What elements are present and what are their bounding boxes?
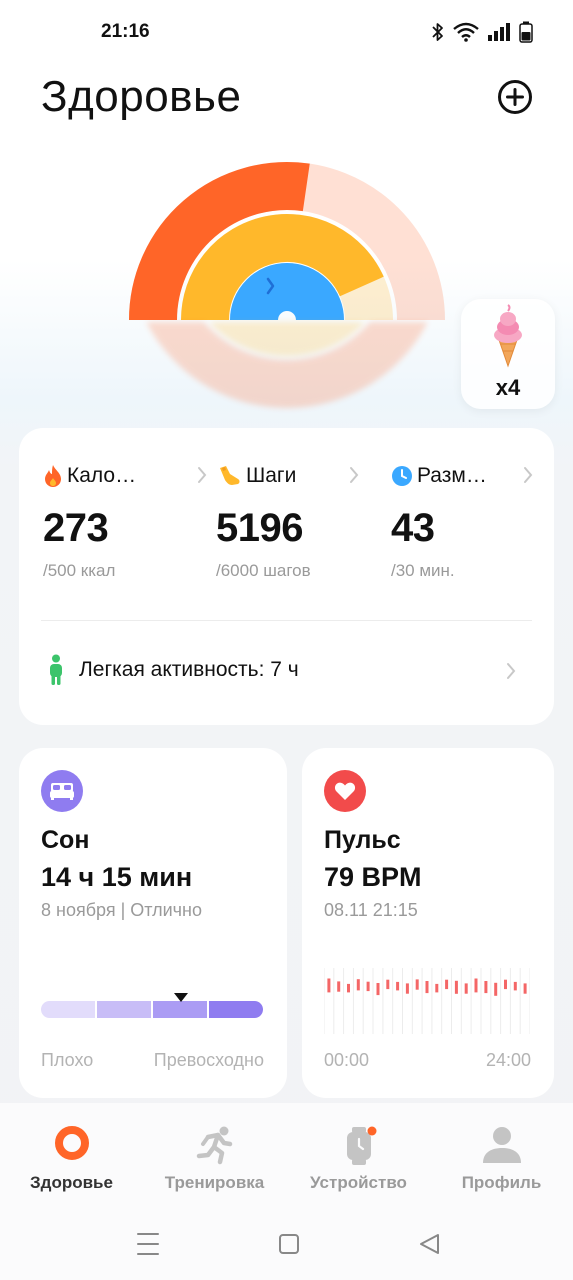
calories-goal: /500 ккал xyxy=(43,561,116,580)
battery-icon xyxy=(519,21,533,43)
divider xyxy=(41,620,532,621)
nav-profile[interactable]: Профиль xyxy=(430,1103,573,1203)
pulse-axis-end: 24:00 xyxy=(485,1050,531,1070)
heart-icon xyxy=(324,770,366,812)
home-icon[interactable] xyxy=(279,1234,299,1254)
pulse-bar xyxy=(513,981,517,991)
chevron-right-icon[interactable] xyxy=(506,662,516,680)
calories-metric[interactable]: Кало… 273 /500 ккал xyxy=(43,462,213,581)
workout-goal: /30 мин. xyxy=(391,561,455,580)
nav-device-label: Устройство xyxy=(310,1173,407,1192)
signal-icon xyxy=(488,23,510,41)
add-button[interactable] xyxy=(496,78,534,116)
pulse-bar xyxy=(425,981,429,994)
ice-cream-icon xyxy=(494,304,522,368)
activity-summary-card: Кало… 273 /500 ккал Шаги 5196 /6000 шаго… xyxy=(19,428,554,725)
running-icon xyxy=(196,1126,232,1165)
watch-icon xyxy=(346,1126,376,1165)
pulse-bar xyxy=(386,979,390,990)
steps-label: Шаги xyxy=(246,464,297,487)
reward-badge[interactable]: x4 xyxy=(461,299,555,409)
page-title: Здоровье xyxy=(41,72,242,121)
workout-label: Разм… xyxy=(417,464,487,487)
status-icons xyxy=(431,21,533,43)
sleep-scale-left: Плохо xyxy=(41,1050,94,1070)
pulse-bar xyxy=(435,983,439,993)
pulse-bar xyxy=(445,979,449,990)
pulse-axis-start: 00:00 xyxy=(324,1050,370,1070)
steps-metric[interactable]: Шаги 5196 /6000 шагов xyxy=(216,462,386,581)
chevron-right-icon xyxy=(350,467,359,483)
chevron-right-icon xyxy=(198,467,207,483)
sleep-segment xyxy=(41,1001,95,1018)
pulse-bar xyxy=(484,981,488,994)
pulse-bar xyxy=(376,983,380,996)
sleep-segment xyxy=(153,1001,207,1018)
pulse-card[interactable]: Пульс 79 BPM 08.11 21:15 00:00 24:00 xyxy=(302,748,554,1098)
profile-icon xyxy=(482,1127,521,1163)
person-icon xyxy=(50,654,62,685)
workout-metric[interactable]: Разм… 43 /30 мин. xyxy=(391,462,561,581)
pulse-bar xyxy=(523,983,527,994)
rings-reflection xyxy=(120,322,455,417)
nav-workout-label: Тренировка xyxy=(164,1173,265,1192)
pulse-subtitle: 08.11 21:15 xyxy=(324,900,418,920)
pulse-bar xyxy=(454,980,458,994)
pulse-bar xyxy=(464,983,468,994)
sleep-segment xyxy=(97,1001,151,1018)
pulse-bar xyxy=(366,981,370,992)
pulse-bar xyxy=(347,983,350,993)
status-time: 21:16 xyxy=(101,21,150,42)
status-bar: 21:16 xyxy=(0,0,573,62)
nav-health[interactable]: Здоровье xyxy=(0,1103,143,1203)
system-navigation xyxy=(137,1233,439,1255)
clock-icon xyxy=(392,466,412,486)
menu-icon[interactable] xyxy=(137,1233,159,1255)
shoe-icon xyxy=(220,466,240,485)
nav-profile-label: Профиль xyxy=(461,1173,542,1192)
pulse-title: Пульс xyxy=(324,826,401,854)
nav-health-label: Здоровье xyxy=(30,1173,113,1192)
calories-value: 273 xyxy=(43,506,109,550)
pulse-bar xyxy=(356,979,360,991)
nav-device[interactable]: Устройство xyxy=(287,1103,430,1203)
pulse-bar xyxy=(405,983,409,994)
pulse-bar xyxy=(396,981,400,991)
sleep-segment xyxy=(209,1001,263,1018)
pulse-bar xyxy=(494,982,498,996)
sleep-rating-marker xyxy=(173,993,188,1002)
nav-workout[interactable]: Тренировка xyxy=(143,1103,286,1203)
wifi-icon xyxy=(453,22,479,42)
pulse-bar xyxy=(504,979,507,990)
flame-icon xyxy=(45,465,61,487)
pulse-chart xyxy=(324,968,530,1034)
steps-goal: /6000 шагов xyxy=(216,561,311,580)
sleep-title: Сон xyxy=(41,826,90,854)
pulse-bar xyxy=(327,978,331,993)
light-activity-row[interactable]: Легкая активность: 7 ч xyxy=(47,654,299,686)
sleep-subtitle: 8 ноября | Отлично xyxy=(41,900,202,920)
light-activity-label: Легкая активность: 7 ч xyxy=(79,658,299,681)
pulse-value: 79 BPM xyxy=(324,862,422,892)
sleep-quality-bar xyxy=(41,1001,263,1018)
pulse-bar xyxy=(474,978,478,993)
pulse-bar xyxy=(415,979,419,990)
health-ring-icon xyxy=(54,1126,89,1160)
calories-label: Кало… xyxy=(67,464,137,487)
sleep-scale-right: Превосходно xyxy=(153,1050,264,1070)
sleep-value: 14 ч 15 мин xyxy=(41,862,193,892)
bluetooth-icon xyxy=(432,23,443,41)
back-icon[interactable] xyxy=(420,1234,439,1254)
bed-icon xyxy=(41,770,83,812)
chevron-right-icon xyxy=(524,467,533,483)
reward-count: x4 xyxy=(495,375,521,400)
workout-value: 43 xyxy=(391,506,435,550)
sleep-card[interactable]: Сон 14 ч 15 мин 8 ноября | Отлично Плохо… xyxy=(19,748,287,1098)
steps-value: 5196 xyxy=(216,506,303,550)
pulse-bar xyxy=(337,981,341,992)
